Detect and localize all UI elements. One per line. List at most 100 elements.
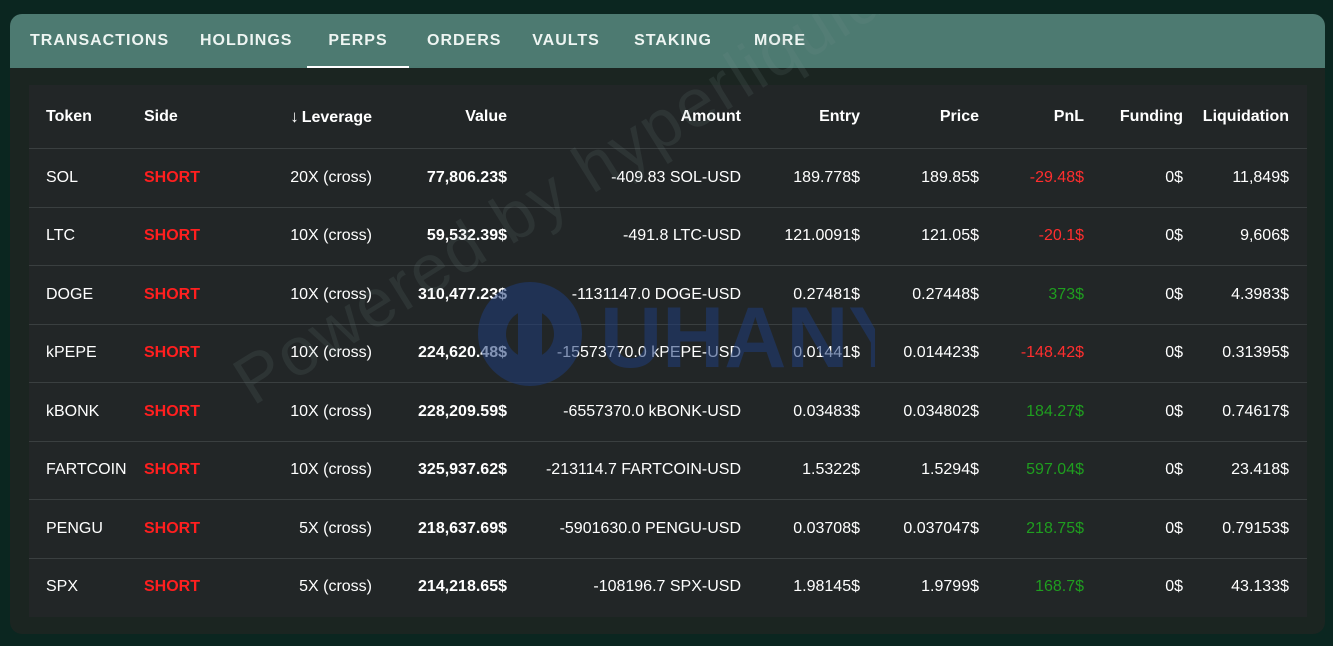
table-row[interactable]: LTCSHORT10X (cross)59,532.39$-491.8 LTC-… <box>29 207 1307 266</box>
funding-cell: 0$ <box>1084 441 1183 500</box>
value-cell: 77,806.23$ <box>372 149 507 208</box>
leverage-cell: 10X (cross) <box>234 441 372 500</box>
table-row[interactable]: FARTCOINSHORT10X (cross)325,937.62$-2131… <box>29 441 1307 500</box>
funding-cell: 0$ <box>1084 500 1183 559</box>
entry-cell: 1.5322$ <box>741 441 860 500</box>
price-cell: 1.9799$ <box>860 558 979 616</box>
entry-cell: 0.27481$ <box>741 266 860 325</box>
liquidation-cell: 23.418$ <box>1183 441 1307 500</box>
funding-cell: 0$ <box>1084 324 1183 383</box>
token-cell: kPEPE <box>29 324 144 383</box>
portfolio-panel: TRANSACTIONS HOLDINGS PERPS ORDERS VAULT… <box>10 14 1325 634</box>
pnl-cell: 218.75$ <box>979 500 1084 559</box>
funding-cell: 0$ <box>1084 149 1183 208</box>
header-amount[interactable]: Amount <box>507 85 741 149</box>
tab-holdings[interactable]: HOLDINGS <box>200 14 290 68</box>
header-entry[interactable]: Entry <box>741 85 860 149</box>
amount-cell: -1131147.0 DOGE-USD <box>507 266 741 325</box>
tab-perps[interactable]: PERPS <box>307 14 409 68</box>
funding-cell: 0$ <box>1084 207 1183 266</box>
amount-cell: -491.8 LTC-USD <box>507 207 741 266</box>
value-cell: 214,218.65$ <box>372 558 507 616</box>
header-funding[interactable]: Funding <box>1084 85 1183 149</box>
price-cell: 0.27448$ <box>860 266 979 325</box>
price-cell: 0.014423$ <box>860 324 979 383</box>
amount-cell: -409.83 SOL-USD <box>507 149 741 208</box>
pnl-cell: 373$ <box>979 266 1084 325</box>
table-row[interactable]: kPEPESHORT10X (cross)224,620.48$-1557377… <box>29 324 1307 383</box>
tab-orders[interactable]: ORDERS <box>427 14 497 68</box>
entry-cell: 121.0091$ <box>741 207 860 266</box>
arrow-down-icon: ↓ <box>290 107 299 127</box>
price-cell: 1.5294$ <box>860 441 979 500</box>
tab-vaults[interactable]: VAULTS <box>532 14 600 68</box>
leverage-cell: 20X (cross) <box>234 149 372 208</box>
perps-table: Token Side ↓Leverage Value Amount Entry … <box>29 85 1307 616</box>
pnl-cell: 184.27$ <box>979 383 1084 442</box>
pnl-cell: -29.48$ <box>979 149 1084 208</box>
perps-table-container: Token Side ↓Leverage Value Amount Entry … <box>29 85 1307 617</box>
leverage-cell: 10X (cross) <box>234 324 372 383</box>
amount-cell: -108196.7 SPX-USD <box>507 558 741 616</box>
leverage-cell: 5X (cross) <box>234 500 372 559</box>
value-cell: 310,477.23$ <box>372 266 507 325</box>
pnl-cell: -148.42$ <box>979 324 1084 383</box>
side-cell: SHORT <box>144 149 234 208</box>
table-row[interactable]: DOGESHORT10X (cross)310,477.23$-1131147.… <box>29 266 1307 325</box>
table-row[interactable]: kBONKSHORT10X (cross)228,209.59$-6557370… <box>29 383 1307 442</box>
pnl-cell: -20.1$ <box>979 207 1084 266</box>
table-row[interactable]: SOLSHORT20X (cross)77,806.23$-409.83 SOL… <box>29 149 1307 208</box>
side-cell: SHORT <box>144 324 234 383</box>
funding-cell: 0$ <box>1084 558 1183 616</box>
value-cell: 224,620.48$ <box>372 324 507 383</box>
header-token[interactable]: Token <box>29 85 144 149</box>
amount-cell: -6557370.0 kBONK-USD <box>507 383 741 442</box>
leverage-cell: 10X (cross) <box>234 383 372 442</box>
token-cell: DOGE <box>29 266 144 325</box>
value-cell: 59,532.39$ <box>372 207 507 266</box>
entry-cell: 1.98145$ <box>741 558 860 616</box>
side-cell: SHORT <box>144 441 234 500</box>
entry-cell: 0.03483$ <box>741 383 860 442</box>
table-header-row: Token Side ↓Leverage Value Amount Entry … <box>29 85 1307 149</box>
funding-cell: 0$ <box>1084 266 1183 325</box>
tab-bar: TRANSACTIONS HOLDINGS PERPS ORDERS VAULT… <box>10 14 1325 68</box>
leverage-cell: 5X (cross) <box>234 558 372 616</box>
leverage-cell: 10X (cross) <box>234 207 372 266</box>
header-side[interactable]: Side <box>144 85 234 149</box>
liquidation-cell: 0.74617$ <box>1183 383 1307 442</box>
header-value[interactable]: Value <box>372 85 507 149</box>
liquidation-cell: 9,606$ <box>1183 207 1307 266</box>
tab-more[interactable]: MORE <box>754 14 806 68</box>
side-cell: SHORT <box>144 207 234 266</box>
table-row[interactable]: PENGUSHORT5X (cross)218,637.69$-5901630.… <box>29 500 1307 559</box>
price-cell: 189.85$ <box>860 149 979 208</box>
header-pnl[interactable]: PnL <box>979 85 1084 149</box>
funding-cell: 0$ <box>1084 383 1183 442</box>
price-cell: 0.034802$ <box>860 383 979 442</box>
token-cell: kBONK <box>29 383 144 442</box>
token-cell: SOL <box>29 149 144 208</box>
side-cell: SHORT <box>144 500 234 559</box>
amount-cell: -213114.7 FARTCOIN-USD <box>507 441 741 500</box>
value-cell: 228,209.59$ <box>372 383 507 442</box>
pnl-cell: 168.7$ <box>979 558 1084 616</box>
table-row[interactable]: SPXSHORT5X (cross)214,218.65$-108196.7 S… <box>29 558 1307 616</box>
header-leverage[interactable]: ↓Leverage <box>234 85 372 149</box>
value-cell: 218,637.69$ <box>372 500 507 559</box>
tab-transactions[interactable]: TRANSACTIONS <box>30 14 164 68</box>
header-liquidation[interactable]: Liquidation <box>1183 85 1307 149</box>
token-cell: LTC <box>29 207 144 266</box>
token-cell: PENGU <box>29 500 144 559</box>
liquidation-cell: 11,849$ <box>1183 149 1307 208</box>
liquidation-cell: 4.3983$ <box>1183 266 1307 325</box>
token-cell: SPX <box>29 558 144 616</box>
amount-cell: -15573770.0 kPEPE-USD <box>507 324 741 383</box>
header-price[interactable]: Price <box>860 85 979 149</box>
entry-cell: 0.03708$ <box>741 500 860 559</box>
leverage-cell: 10X (cross) <box>234 266 372 325</box>
entry-cell: 189.778$ <box>741 149 860 208</box>
token-cell: FARTCOIN <box>29 441 144 500</box>
tab-staking[interactable]: STAKING <box>634 14 712 68</box>
liquidation-cell: 0.31395$ <box>1183 324 1307 383</box>
